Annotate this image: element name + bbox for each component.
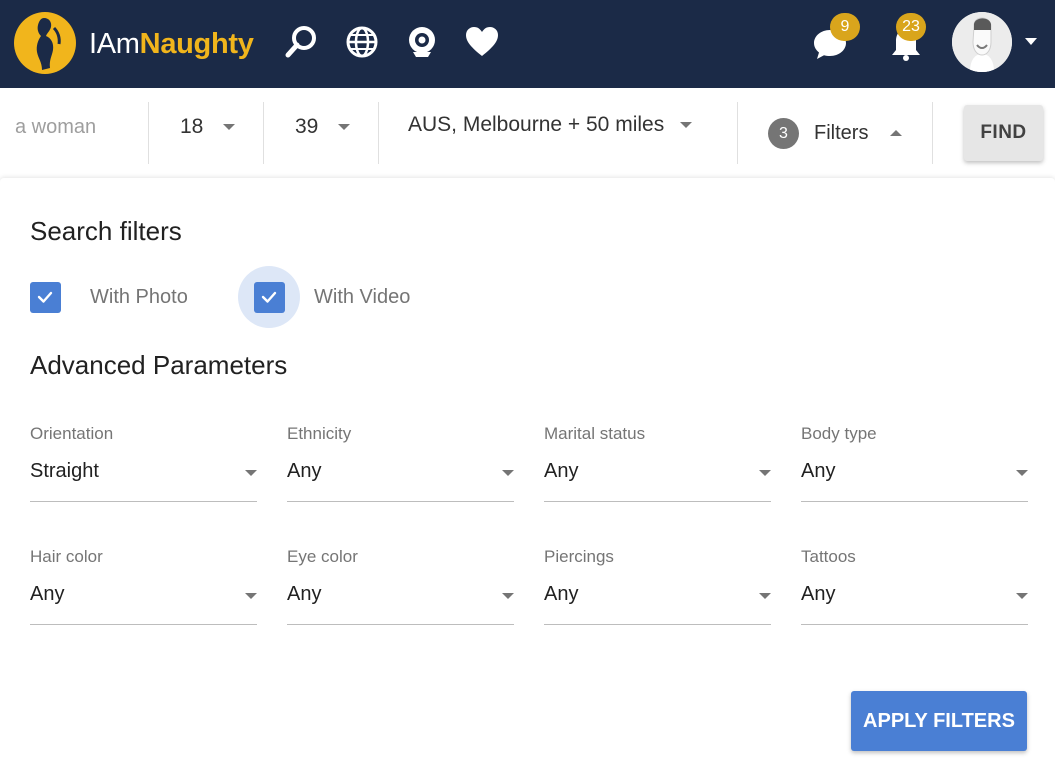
chevron-down-icon (338, 124, 351, 130)
eye-color-select[interactable]: Any (287, 577, 514, 625)
divider (378, 102, 379, 164)
webcam-icon[interactable] (404, 24, 440, 60)
brand-name-part1: IAm (89, 28, 140, 60)
piercings-field: Piercings Any (544, 547, 771, 647)
field-label: Tattoos (801, 547, 856, 566)
seeking-selector[interactable]: a woman (15, 102, 96, 152)
checkbox-checked-icon (253, 281, 285, 313)
age-max-select[interactable]: 39 (295, 102, 351, 152)
messages-count-badge: 9 (830, 13, 860, 41)
field-value: Any (544, 460, 579, 482)
divider (737, 102, 738, 164)
advanced-parameters-title: Advanced Parameters (30, 350, 288, 380)
field-value: Any (801, 460, 836, 482)
ethnicity-select[interactable]: Any (287, 454, 514, 502)
field-label: Orientation (30, 424, 114, 443)
body-type-select[interactable]: Any (801, 454, 1028, 502)
location-value: AUS, Melbourne + 50 miles (408, 113, 665, 136)
checkbox-halo (238, 266, 300, 328)
chevron-down-icon (502, 470, 514, 476)
chevron-down-icon (759, 470, 771, 476)
logo-silhouette-icon (36, 18, 61, 70)
apply-filters-button[interactable]: APPLY FILTERS (851, 691, 1027, 751)
checkbox-checked-icon (29, 281, 61, 313)
tattoos-field: Tattoos Any (801, 547, 1028, 647)
heart-icon[interactable] (464, 24, 500, 60)
filters-toggle[interactable]: 3 Filters (768, 108, 903, 158)
seeking-value: a woman (15, 115, 97, 138)
tattoos-select[interactable]: Any (801, 577, 1028, 625)
field-label: Piercings (544, 547, 614, 566)
search-icon[interactable] (284, 24, 320, 60)
brand-logo[interactable] (14, 12, 76, 74)
globe-icon[interactable] (344, 24, 380, 60)
notifications-count-badge: 23 (896, 13, 926, 41)
search-filters-panel: Search filters With Photo With Video Adv… (0, 178, 1055, 772)
divider (148, 102, 149, 164)
age-min-select[interactable]: 18 (180, 102, 236, 152)
age-max-value: 39 (295, 115, 319, 138)
chevron-down-icon (1016, 593, 1028, 599)
chevron-down-icon (759, 593, 771, 599)
account-menu-caret-icon[interactable] (1025, 38, 1037, 45)
age-min-value: 18 (180, 115, 204, 138)
chevron-down-icon (502, 593, 514, 599)
field-value: Any (287, 460, 322, 482)
top-navbar: IAmNaughty 9 23 (0, 0, 1055, 88)
field-label: Eye color (287, 547, 358, 566)
eye-color-field: Eye color Any (287, 547, 514, 647)
orientation-select[interactable]: Straight (30, 454, 257, 502)
brand-name[interactable]: IAmNaughty (89, 27, 254, 61)
divider (263, 102, 264, 164)
field-value: Any (287, 583, 322, 605)
marital-status-select[interactable]: Any (544, 454, 771, 502)
chevron-down-icon (1016, 470, 1028, 476)
orientation-field: Orientation Straight (30, 424, 257, 524)
checkbox-halo (14, 266, 76, 328)
with-photo-checkbox[interactable]: With Photo (14, 266, 188, 328)
ethnicity-field: Ethnicity Any (287, 424, 514, 524)
chevron-down-icon (245, 470, 257, 476)
field-label: Hair color (30, 547, 103, 566)
search-filters-title: Search filters (30, 216, 182, 246)
location-select[interactable]: AUS, Melbourne + 50 miles (408, 100, 693, 150)
user-avatar[interactable] (952, 12, 1012, 72)
chevron-up-icon (890, 130, 903, 136)
profile-avatar-icon (952, 12, 1012, 72)
filters-label: Filters (814, 121, 869, 144)
body-type-field: Body type Any (801, 424, 1028, 524)
piercings-select[interactable]: Any (544, 577, 771, 625)
chevron-down-icon (223, 124, 236, 130)
with-video-label: With Video (314, 285, 411, 308)
with-video-checkbox[interactable]: With Video (238, 266, 410, 328)
hair-color-select[interactable]: Any (30, 577, 257, 625)
field-label: Marital status (544, 424, 646, 443)
divider (932, 102, 933, 164)
brand-name-part2: Naughty (139, 28, 254, 60)
chevron-down-icon (680, 122, 693, 128)
marital-status-field: Marital status Any (544, 424, 771, 524)
hair-color-field: Hair color Any (30, 547, 257, 647)
field-label: Body type (801, 424, 877, 443)
field-value: Any (544, 583, 579, 605)
filters-count-badge: 3 (768, 117, 799, 149)
field-value: Any (801, 583, 836, 605)
search-bar: a woman 18 39 AUS, Melbourne + 50 miles … (0, 88, 1055, 178)
field-value: Straight (30, 460, 99, 482)
with-photo-label: With Photo (90, 285, 188, 308)
field-value: Any (30, 583, 65, 605)
find-button[interactable]: FIND (964, 105, 1043, 161)
chevron-down-icon (245, 593, 257, 599)
field-label: Ethnicity (287, 424, 352, 443)
